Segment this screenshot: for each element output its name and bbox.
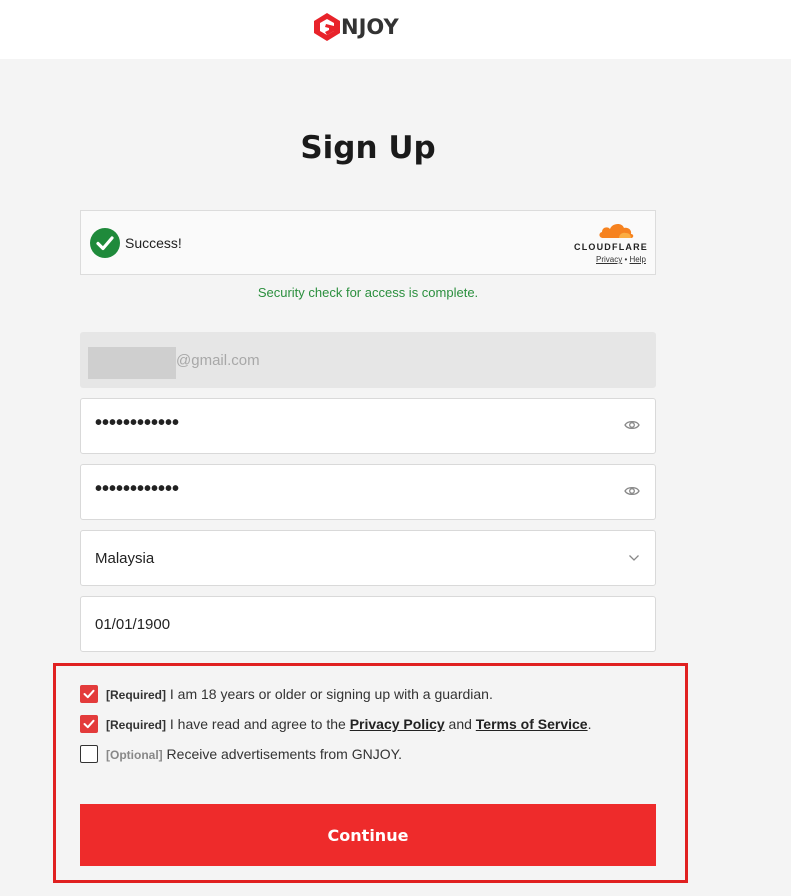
- terms-text-mid: and: [448, 716, 472, 732]
- birthdate-field[interactable]: 01/01/1900: [80, 596, 656, 652]
- top-bar: NJOY: [0, 0, 791, 59]
- age-consent-label: I am 18 years or older or signing up wit…: [169, 686, 493, 702]
- age-checkbox[interactable]: [80, 685, 98, 703]
- page-title: Sign Up: [300, 130, 436, 166]
- checkmark-icon: [83, 689, 95, 699]
- birthdate-value: 01/01/1900: [95, 616, 171, 633]
- cloudflare-wordmark: CLOUDFLARE: [574, 242, 648, 252]
- gnjoy-logo[interactable]: NJOY: [312, 11, 399, 43]
- show-password-eye-icon[interactable]: [624, 418, 640, 432]
- captcha-widget[interactable]: Success! CLOUDFLARE Privacy • Help: [80, 210, 656, 275]
- checkmark-icon: [83, 719, 95, 729]
- terms-of-service-link[interactable]: Terms of Service: [476, 716, 588, 732]
- password-field[interactable]: ••••••••••••: [80, 398, 656, 454]
- link-separator: •: [624, 255, 628, 264]
- cloudflare-logo: CLOUDFLARE Privacy • Help: [571, 221, 651, 269]
- confirm-password-value: ••••••••••••: [95, 478, 180, 500]
- cloudflare-cloud-icon: [599, 223, 634, 238]
- required-tag: [Required]: [106, 718, 166, 732]
- ads-consent-label: Receive advertisements from GNJOY.: [166, 746, 403, 762]
- security-check-note: Security check for access is complete.: [257, 285, 479, 300]
- success-check-icon: [90, 228, 120, 258]
- terms-text-before: I have read and agree to the: [169, 716, 346, 732]
- ads-consent-text: [Optional] Receive advertisements from G…: [106, 746, 402, 762]
- continue-button[interactable]: Continue: [80, 804, 656, 866]
- help-link[interactable]: Help: [630, 255, 646, 264]
- terms-checkbox[interactable]: [80, 715, 98, 733]
- gnjoy-logo-mark-icon: [314, 13, 340, 41]
- confirm-password-field[interactable]: ••••••••••••: [80, 464, 656, 520]
- ads-checkbox[interactable]: [80, 745, 98, 763]
- chevron-down-icon: [629, 555, 639, 561]
- country-select[interactable]: Malaysia: [80, 530, 656, 586]
- required-tag: [Required]: [106, 688, 166, 702]
- terms-consent-text: [Required] I have read and agree to the …: [106, 716, 591, 732]
- captcha-status-text: Success!: [125, 235, 182, 251]
- email-suffix: @gmail.com: [176, 352, 260, 369]
- terms-text-after: .: [587, 716, 592, 732]
- email-redaction: [88, 347, 176, 379]
- consent-ads[interactable]: [Optional] Receive advertisements from G…: [80, 745, 402, 763]
- age-consent-text: [Required] I am 18 years or older or sig…: [106, 686, 493, 702]
- privacy-policy-link[interactable]: Privacy Policy: [350, 716, 445, 732]
- privacy-link[interactable]: Privacy: [596, 255, 622, 264]
- optional-tag: [Optional]: [106, 748, 163, 762]
- cloudflare-links: Privacy • Help: [596, 255, 646, 264]
- show-confirm-password-eye-icon[interactable]: [624, 484, 640, 498]
- password-value: ••••••••••••: [95, 412, 180, 434]
- consent-terms[interactable]: [Required] I have read and agree to the …: [80, 715, 591, 733]
- consent-age[interactable]: [Required] I am 18 years or older or sig…: [80, 685, 493, 703]
- logo-text: NJOY: [341, 15, 399, 39]
- email-field[interactable]: @gmail.com: [80, 332, 656, 388]
- country-value: Malaysia: [95, 550, 155, 567]
